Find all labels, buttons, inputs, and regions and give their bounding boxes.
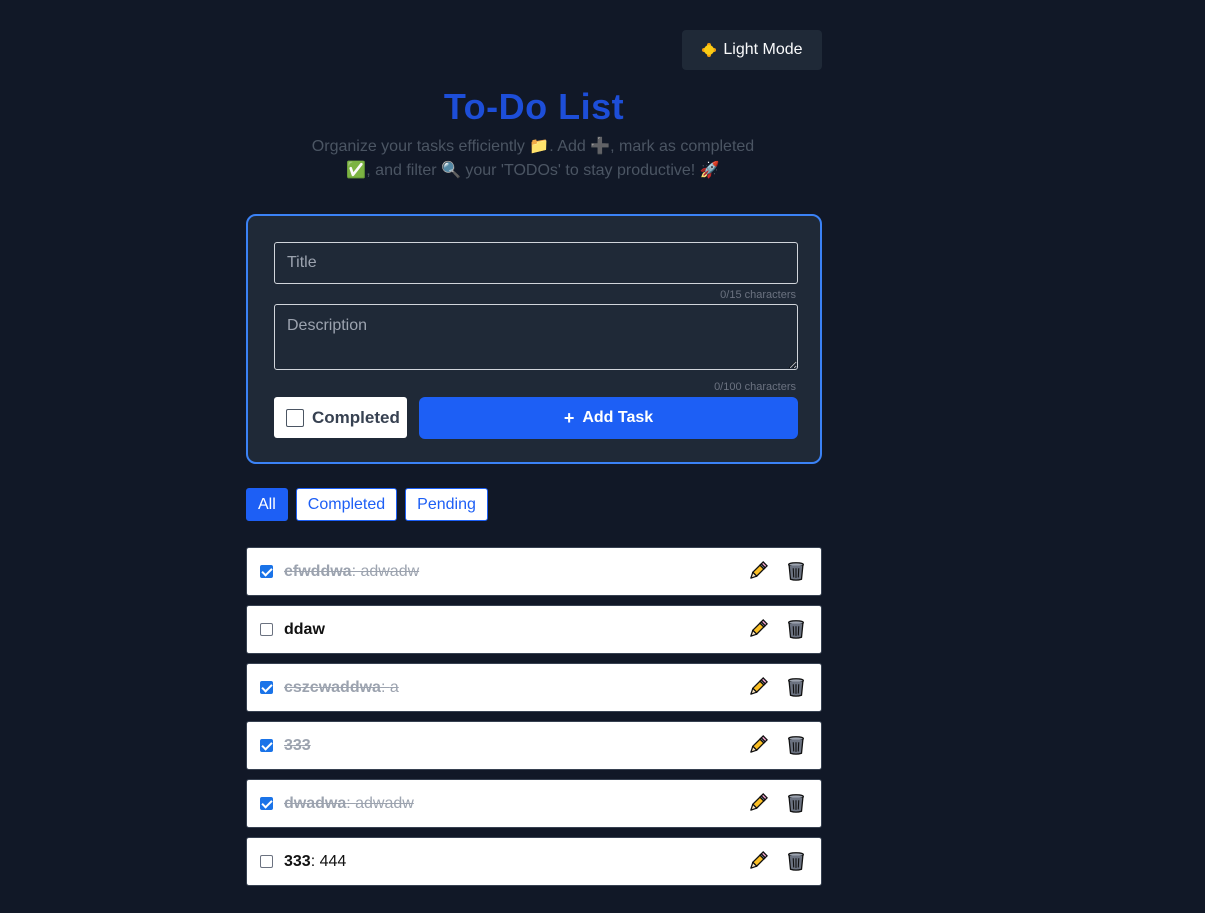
task-title: 333 [284,736,311,754]
task-title: 333 [284,852,311,870]
task-item: ddaw [246,605,822,654]
task-checkbox[interactable] [260,565,273,578]
description-input[interactable] [274,304,798,370]
task-actions [747,850,807,872]
task-text: cszcwaddwa: a [284,679,399,697]
task-actions [747,676,807,698]
task-checkbox[interactable] [260,681,273,694]
completed-toggle[interactable]: Completed [274,397,407,438]
task-item: dwadwa: adwadw [246,779,822,828]
add-task-label: Add Task [582,409,654,426]
add-task-form: 0/15 characters 0/100 characters Complet… [246,214,822,464]
filter-bar: All Completed Pending [246,488,488,521]
task-text: efwddwa: adwadw [284,563,419,581]
task-description: adwadw [360,562,420,580]
task-actions [747,560,807,582]
add-task-button[interactable]: + Add Task [419,397,798,439]
completed-label: Completed [312,407,400,427]
task-item: 333: 444 [246,837,822,886]
task-actions [747,734,807,756]
task-title: ddaw [284,620,325,638]
task-separator: : [380,678,390,696]
delete-trash-icon[interactable] [785,560,807,582]
task-title: dwadwa [284,794,347,812]
task-item: 333 [246,721,822,770]
edit-pencil-icon[interactable] [747,850,769,872]
page-subtitle: Organize your tasks efficiently 📁. Add ➕… [311,138,755,179]
task-text: 333: 444 [284,853,346,871]
task-title: cszcwaddwa [284,678,381,696]
filter-pending-button[interactable]: Pending [405,488,488,521]
task-checkbox[interactable] [260,623,273,636]
filter-completed-button[interactable]: Completed [295,488,398,521]
task-checkbox[interactable] [260,739,273,752]
sun-icon [701,42,717,58]
task-actions [747,618,807,640]
task-checkbox[interactable] [260,855,273,868]
title-input[interactable] [274,242,798,284]
plus-icon: + [563,407,575,428]
theme-toggle-label: Light Mode [723,41,803,58]
edit-pencil-icon[interactable] [747,560,769,582]
task-description: adwadw [355,794,414,812]
task-text: ddaw [284,621,325,639]
delete-trash-icon[interactable] [785,676,807,698]
task-text: 333 [284,737,311,755]
description-char-counter: 0/100 characters [714,381,796,393]
task-actions [747,792,807,814]
task-description: a [389,678,399,696]
delete-trash-icon[interactable] [785,618,807,640]
completed-checkbox[interactable] [286,408,304,427]
edit-pencil-icon[interactable] [747,618,769,640]
filter-all-button[interactable]: All [246,488,288,521]
edit-pencil-icon[interactable] [747,734,769,756]
delete-trash-icon[interactable] [785,734,807,756]
edit-pencil-icon[interactable] [747,676,769,698]
task-checkbox[interactable] [260,797,273,810]
task-title: efwddwa [284,562,352,580]
edit-pencil-icon[interactable] [747,792,769,814]
task-item: efwddwa: adwadw [246,547,822,596]
page-title: To-Do List [443,86,625,127]
delete-trash-icon[interactable] [785,792,807,814]
task-item: cszcwaddwa: a [246,663,822,712]
task-text: dwadwa: adwadw [284,795,414,813]
title-char-counter: 0/15 characters [720,289,796,301]
task-separator: : [346,794,356,812]
theme-toggle-button[interactable]: Light Mode [682,30,822,70]
delete-trash-icon[interactable] [785,850,807,872]
task-separator: : [310,852,320,870]
task-description: 444 [319,852,347,870]
